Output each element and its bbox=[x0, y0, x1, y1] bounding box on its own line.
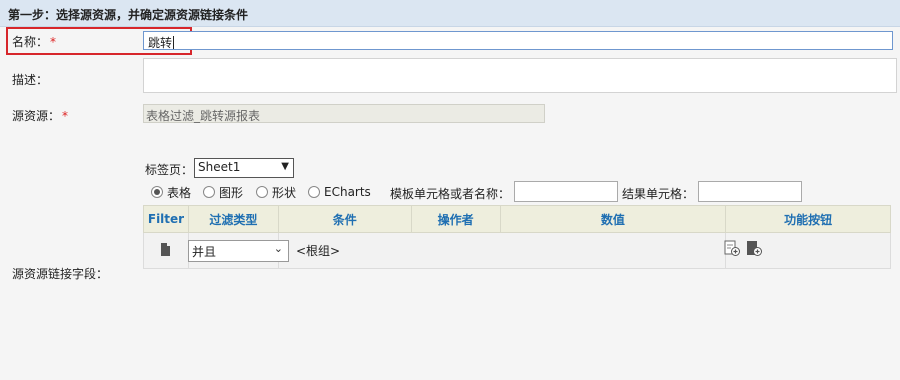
dropdown-arrow-icon: ▼ bbox=[281, 161, 289, 172]
document-icon[interactable] bbox=[161, 242, 171, 256]
source-label: 源资源： * bbox=[12, 109, 69, 123]
required-mark: * bbox=[62, 109, 69, 123]
radio-label: ECharts bbox=[324, 185, 371, 199]
step-header: 第一步：选择源资源，并确定源资源链接条件 bbox=[0, 0, 900, 27]
description-textarea[interactable] bbox=[143, 58, 897, 93]
result-cell-input[interactable] bbox=[698, 181, 802, 202]
radio-label: 形状 bbox=[272, 185, 297, 200]
radio-button-icon bbox=[203, 186, 215, 198]
source-resource-field: 表格过滤_跳转源报表 bbox=[143, 104, 545, 123]
filter-cell bbox=[143, 232, 189, 269]
template-cell-label: 模板单元格或者名称： bbox=[390, 187, 511, 201]
text-caret bbox=[173, 36, 175, 49]
add-group-icon[interactable] bbox=[746, 240, 762, 256]
column-header-operator: 操作者 bbox=[410, 205, 501, 233]
sheet-select-value: Sheet1 bbox=[198, 160, 241, 174]
column-header-condition: 条件 bbox=[277, 205, 412, 233]
column-header-filter-type: 过滤类型 bbox=[187, 205, 279, 233]
filter-type-select[interactable]: 并且 ⌄ bbox=[188, 240, 289, 262]
column-header-value: 数值 bbox=[499, 205, 727, 233]
template-cell-input[interactable] bbox=[514, 181, 618, 202]
sheet-select[interactable]: Sheet1 ▼ bbox=[194, 158, 294, 178]
radio-shape[interactable]: 形状 bbox=[256, 184, 296, 200]
radio-label: 图形 bbox=[219, 185, 244, 200]
radio-button-icon bbox=[151, 186, 163, 198]
tab-label: 标签页： bbox=[145, 163, 194, 177]
filter-type-value: 并且 bbox=[192, 245, 217, 259]
result-cell-label: 结果单元格： bbox=[622, 187, 695, 201]
column-header-actions: 功能按钮 bbox=[725, 205, 891, 233]
condition-cell bbox=[277, 232, 727, 269]
chevron-down-icon: ⌄ bbox=[273, 242, 283, 255]
link-field-label: 源资源链接字段： bbox=[12, 267, 109, 281]
step-title: 第一步：选择源资源，并确定源资源链接条件 bbox=[8, 8, 249, 22]
name-input[interactable]: 跳转 bbox=[143, 31, 893, 50]
radio-label: 表格 bbox=[167, 185, 192, 200]
root-group-label: <根组> bbox=[296, 244, 341, 258]
column-header-filter: Filter bbox=[143, 205, 189, 233]
radio-button-icon bbox=[256, 186, 268, 198]
description-label: 描述： bbox=[12, 73, 49, 87]
radio-button-icon bbox=[308, 186, 320, 198]
radio-table[interactable]: 表格 bbox=[151, 184, 191, 200]
add-condition-icon[interactable] bbox=[724, 240, 740, 256]
radio-echarts[interactable]: ECharts bbox=[308, 184, 371, 200]
radio-graph[interactable]: 图形 bbox=[203, 184, 243, 200]
